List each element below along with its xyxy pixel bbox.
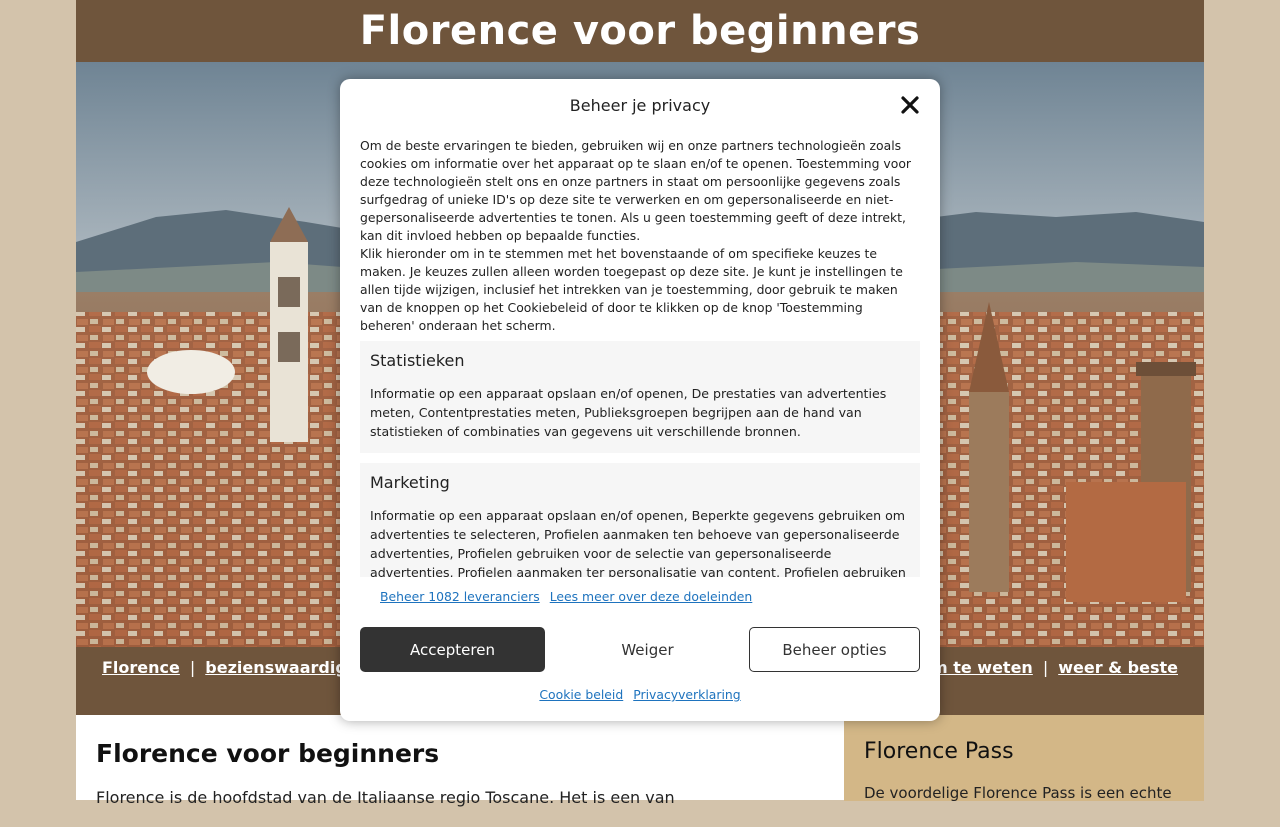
cookie-policy-link[interactable]: Cookie beleid xyxy=(539,687,623,702)
category-title[interactable]: Marketing xyxy=(370,473,910,492)
modal-body[interactable]: Om de beste ervaringen te bieden, gebrui… xyxy=(360,137,920,577)
read-more-purposes-link[interactable]: Lees meer over deze doeleinden xyxy=(550,589,753,604)
manage-vendors-link[interactable]: Beheer 1082 leveranciers xyxy=(380,589,540,604)
intro-text-2: Klik hieronder om in te stemmen met het … xyxy=(360,246,903,333)
close-button[interactable] xyxy=(900,95,920,115)
vendor-links: Beheer 1082 leveranciers Lees meer over d… xyxy=(380,589,752,604)
category-marketing: Marketing Informatie op een apparaat ops… xyxy=(360,463,920,577)
intro-text: Om de beste ervaringen te bieden, gebrui… xyxy=(360,138,912,243)
modal-title: Beheer je privacy xyxy=(569,96,711,115)
manage-options-button[interactable]: Beheer opties xyxy=(749,627,920,672)
privacy-statement-link[interactable]: Privacyverklaring xyxy=(633,687,740,702)
close-icon xyxy=(901,96,919,114)
policy-links: Cookie beleid Privacyverklaring xyxy=(340,687,940,702)
category-text: Informatie op een apparaat opslaan en/of… xyxy=(370,508,906,577)
category-statistieken: Statistieken Informatie op een apparaat … xyxy=(360,341,920,453)
cookie-consent-modal: Beheer je privacy Om de beste ervaringen… xyxy=(340,79,940,721)
accept-button[interactable]: Accepteren xyxy=(360,627,545,672)
category-text: Informatie op een apparaat opslaan en/of… xyxy=(370,386,887,439)
category-title[interactable]: Statistieken xyxy=(370,351,910,370)
deny-button[interactable]: Weiger xyxy=(555,627,740,672)
